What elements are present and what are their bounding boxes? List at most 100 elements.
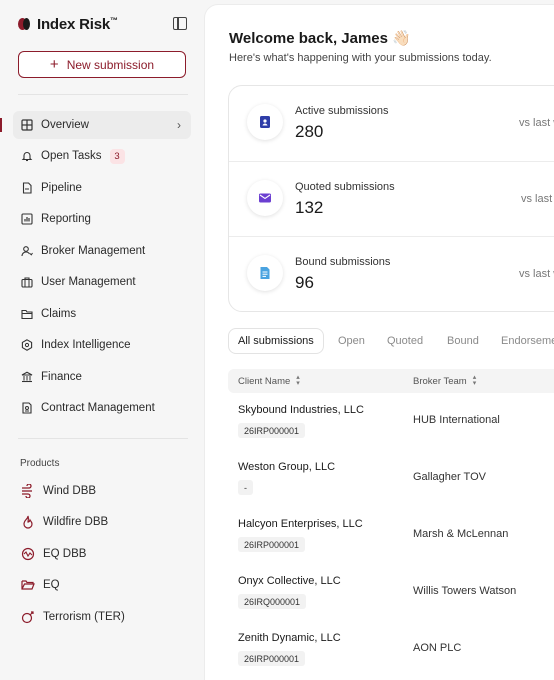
reference-badge: 26IRQ000001 [238,594,307,609]
sidebar-item-label: Terrorism (TER) [43,611,125,623]
new-submission-label: New submission [66,57,155,72]
sidebar-item-wildfire-dbb[interactable]: Wildfire DBB [13,508,191,536]
stat-value: 280 [295,122,324,141]
document-icon [247,255,283,291]
client-name: Zenith Dynamic, LLC [238,632,341,644]
products-heading: Products [20,458,60,469]
sidebar-item-broker-management[interactable]: Broker Management [13,237,191,265]
stat-compare: vs last [521,193,553,205]
stat-compare: vs last w [519,268,554,280]
sidebar-item-index-intelligence[interactable]: Index Intelligence [13,331,191,359]
sidebar-item-label: Open Tasks [41,150,102,162]
stat-compare: vs last w [519,117,554,129]
sidebar-item-label: Wildfire DBB [43,516,109,528]
sidebar-item-terrorism[interactable]: Terrorism (TER) [13,603,191,631]
sort-icon[interactable]: ▴ ▾ [473,374,477,387]
tab-endorsements[interactable]: Endorseme [501,328,554,354]
sidebar-item-label: Broker Management [41,245,146,257]
file-icon [21,182,33,194]
client-name: Weston Group, LLC [238,461,336,473]
broker-team: HUB International [413,414,500,426]
sidebar-item-reporting[interactable]: Reporting [13,205,191,233]
plus-icon: + [49,56,59,73]
client-name: Onyx Collective, LLC [238,575,341,587]
sidebar-item-claims[interactable]: Claims [13,300,191,328]
column-label: Client Name [238,375,291,387]
briefcase-icon [21,276,33,288]
reference-badge: 26IRP000001 [238,651,306,666]
sidebar-item-label: Index Intelligence [41,339,131,351]
chevron-right-icon: › [177,118,181,132]
sidebar-item-label: Finance [41,371,82,383]
page-title: Welcome back, James 👋🏻 [229,30,411,47]
column-label: Broker Team [413,375,467,387]
contract-icon [21,402,33,414]
stat-bound[interactable]: Bound submissions 96 vs last w [229,236,554,311]
stat-label: Active submissions [295,105,389,117]
reference-badge: 26IRP000001 [238,423,306,438]
hexagon-icon [21,339,33,351]
main-panel: Welcome back, James 👋🏻 Here's what's hap… [204,4,554,680]
sort-icon[interactable]: ▴ ▾ [296,374,300,387]
sidebar-item-pipeline[interactable]: Pipeline [13,174,191,202]
bell-icon [21,150,33,162]
stats-card: Active submissions 280 vs last w Quoted … [228,85,554,312]
sidebar-item-label: Wind DBB [43,485,97,497]
stat-label: Quoted submissions [295,181,395,193]
new-submission-button[interactable]: + New submission [18,51,186,78]
chart-icon [21,213,33,225]
sidebar-item-label: User Management [41,276,136,288]
sidebar-item-finance[interactable]: Finance [13,363,191,391]
divider [18,94,188,95]
broker-team: Marsh & McLennan [413,528,509,540]
brand[interactable]: Index Risk™ [18,14,118,34]
sidebar-item-label: Overview [41,119,89,131]
divider [18,438,188,439]
table-row[interactable]: Onyx Collective, LLC 26IRQ000001 Willis … [228,565,554,622]
stat-label: Bound submissions [295,256,391,268]
sidebar-item-overview[interactable]: Overview › [0,111,191,139]
stat-active[interactable]: Active submissions 280 vs last w [229,86,554,161]
grid-icon [21,119,33,131]
table-row[interactable]: Halcyon Enterprises, LLC 26IRP000001 Mar… [228,508,554,565]
bank-icon [21,371,33,383]
brand-name: Index Risk™ [37,15,118,33]
page-subtitle: Here's what's happening with your submis… [229,52,492,64]
sidebar-toggle-icon[interactable] [173,17,187,30]
reference-badge: 26IRP000001 [238,537,306,552]
wind-icon [21,484,35,498]
client-name: Halcyon Enterprises, LLC [238,518,363,530]
sidebar-item-contract-management[interactable]: Contract Management [13,394,191,422]
broker-team: Gallagher TOV [413,471,486,483]
table-row[interactable]: Weston Group, LLC - Gallagher TOV [228,451,554,508]
sidebar-item-label: EQ [43,579,60,591]
column-client-name[interactable]: Client Name ▴ ▾ [238,374,300,387]
table-row[interactable]: Skybound Industries, LLC 26IRP000001 HUB… [228,394,554,451]
logo-icon [18,17,32,31]
table-header: Client Name ▴ ▾ Broker Team ▴ ▾ [228,369,554,393]
column-broker-team[interactable]: Broker Team ▴ ▾ [413,374,477,387]
broker-team: AON PLC [413,642,462,654]
tab-open[interactable]: Open [338,328,365,354]
sidebar-item-eq[interactable]: EQ [13,571,191,599]
sidebar-item-open-tasks[interactable]: Open Tasks 3 [13,142,191,170]
mail-icon [247,180,283,216]
client-name: Skybound Industries, LLC [238,404,364,416]
sidebar-item-label: Claims [41,308,77,320]
tab-quoted[interactable]: Quoted [387,328,423,354]
user-icon [21,245,33,257]
sidebar-item-user-management[interactable]: User Management [13,268,191,296]
folder-open-icon [21,578,35,592]
sidebar-item-label: Pipeline [41,182,82,194]
sidebar-item-wind-dbb[interactable]: Wind DBB [13,477,191,505]
flame-icon [21,515,35,529]
tab-bound[interactable]: Bound [447,328,479,354]
sidebar-item-label: Reporting [41,213,91,225]
sidebar-item-eq-dbb[interactable]: EQ DBB [13,540,191,568]
tab-all-submissions[interactable]: All submissions [228,328,324,354]
stat-quoted[interactable]: Quoted submissions 132 vs last [229,161,554,236]
sidebar: Index Risk™ + New submission Overview › … [0,0,204,680]
sidebar-item-label: Contract Management [41,402,155,414]
doc-user-icon [247,104,283,140]
table-row[interactable]: Zenith Dynamic, LLC 26IRP000001 AON PLC [228,622,554,679]
